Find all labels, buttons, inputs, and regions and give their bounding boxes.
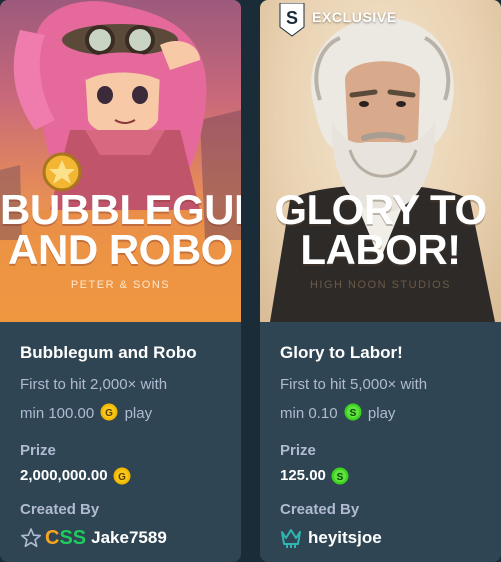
created-by-label: Created By — [20, 501, 100, 518]
game-thumbnail[interactable]: Bubblegum and Robo Peter & Sons — [0, 0, 241, 322]
creator-tag-letter: S — [72, 526, 87, 549]
creator-name[interactable]: Jake7589 — [91, 528, 167, 548]
svg-text:S: S — [349, 408, 356, 419]
challenge-card-glory-to-labor[interactable]: S EXCLUSIVE Glory to Labor! High Noon St… — [260, 0, 501, 562]
game-art-title: Glory to Labor! — [260, 186, 501, 273]
game-art-title-line1: Glory to — [274, 186, 487, 233]
challenge-info: Bubblegum and Robo First to hit 2,000× w… — [0, 322, 241, 550]
game-studio-label: High Noon Studios — [309, 279, 451, 291]
challenge-description: First to hit 2,000× with min 100.00 G pl… — [20, 370, 221, 428]
game-art-title-line1: Bubblegum — [0, 186, 241, 233]
svg-text:G: G — [118, 472, 126, 483]
challenge-title[interactable]: Bubblegum and Robo — [20, 342, 221, 364]
game-studio-label: Peter & Sons — [70, 279, 171, 291]
prize-value: 2,000,000.00 G — [20, 465, 221, 487]
svg-text:G: G — [106, 408, 114, 419]
creator-tag: CSS — [45, 527, 86, 550]
game-art-title: Bubblegum and Robo — [0, 186, 241, 273]
challenge-play-label: play — [367, 405, 396, 422]
prize-amount: 2,000,000.00 — [20, 467, 108, 484]
gold-coin-icon: G — [100, 403, 118, 421]
game-art-title-line2: and Robo — [8, 226, 233, 273]
challenge-play-label: play — [124, 405, 153, 422]
challenge-grid: Bubblegum and Robo Peter & Sons Bubblegu… — [0, 0, 501, 562]
prize-label: Prize — [20, 442, 56, 459]
challenge-min-bet: min 0.10 — [280, 405, 338, 422]
challenge-description-line1: First to hit 5,000× with — [280, 376, 428, 393]
gold-coin-icon: G — [113, 467, 131, 485]
prize-amount: 125.00 — [280, 467, 326, 484]
challenge-description: First to hit 5,000× with min 0.10 S play — [280, 370, 481, 428]
challenge-info: Glory to Labor! First to hit 5,000× with… — [260, 322, 501, 550]
created-by-label: Created By — [280, 501, 360, 518]
challenge-description-line1: First to hit 2,000× with — [20, 376, 168, 393]
exclusive-label: EXCLUSIVE — [312, 9, 397, 25]
prize-label: Prize — [280, 442, 316, 459]
creator[interactable]: heyitsjoe — [280, 526, 481, 550]
game-art-illustration — [270, 17, 495, 322]
prize-value: 125.00 S — [280, 465, 481, 487]
creator-tag-letter: C — [45, 526, 60, 549]
challenge-card-bubblegum[interactable]: Bubblegum and Robo Peter & Sons Bubblegu… — [0, 0, 241, 562]
challenge-title[interactable]: Glory to Labor! — [280, 342, 481, 364]
svg-text:S: S — [337, 472, 344, 483]
game-art-title-line2: Labor! — [300, 226, 461, 273]
stake-shield-icon: S — [279, 3, 305, 37]
creator-name[interactable]: heyitsjoe — [308, 528, 382, 548]
exclusive-badge: S EXCLUSIVE — [278, 3, 397, 37]
game-art-illustration — [0, 1, 241, 322]
challenge-min-bet: min 100.00 — [20, 405, 95, 422]
stake-shield-letter: S — [286, 8, 298, 28]
game-thumbnail[interactable]: S EXCLUSIVE Glory to Labor! High Noon St… — [260, 0, 501, 322]
creator[interactable]: CSS Jake7589 — [20, 526, 221, 550]
sweeps-coin-icon: S — [331, 467, 349, 485]
vip-crown-icon — [281, 529, 301, 548]
star-outline-icon — [21, 528, 41, 548]
creator-tag-letter: S — [59, 526, 73, 549]
sweeps-coin-icon: S — [344, 403, 362, 421]
